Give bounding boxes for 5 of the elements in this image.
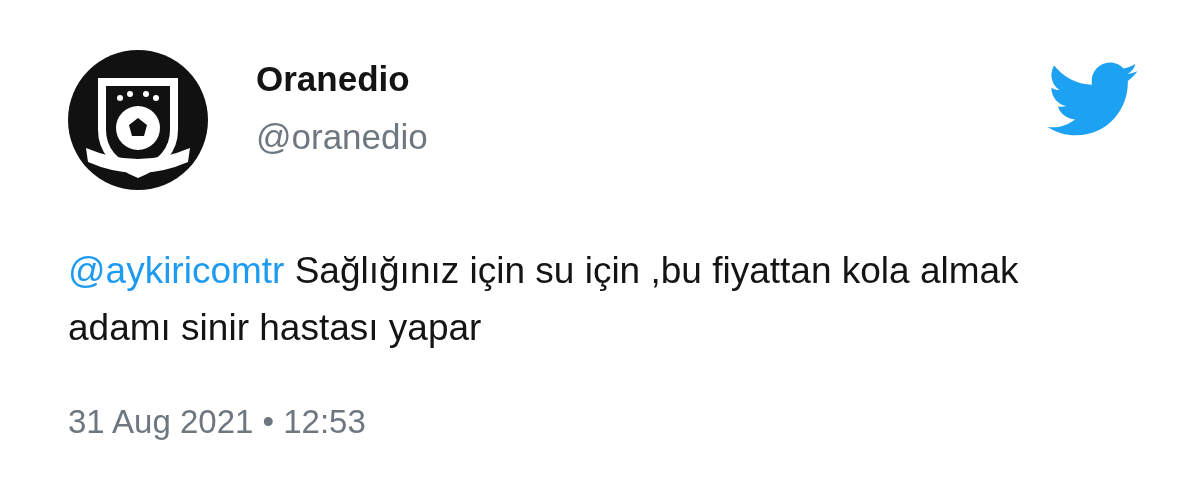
tweet-timestamp: 31 Aug 2021 • 12:53	[68, 401, 367, 442]
author-handle[interactable]: @oranedio	[256, 116, 1048, 158]
tweet-text: @aykiricomtr Sağlığınız için su için ,bu fiyattan kola almak adamı sinir hastası yapar	[68, 249, 1020, 351]
mention-link[interactable]: @aykiricomtr	[68, 250, 285, 291]
author-name[interactable]: Oranedio	[256, 58, 1048, 100]
